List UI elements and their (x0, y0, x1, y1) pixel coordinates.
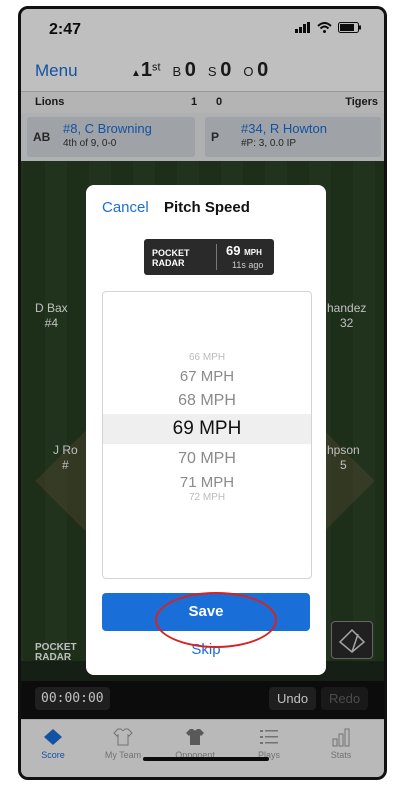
picker-option[interactable]: 70 MPH (103, 450, 311, 468)
radar-time-ago: 11s ago (232, 260, 264, 270)
radar-divider (216, 244, 217, 270)
radar-reading-badge: POCKET RADAR 69 MPH 11s ago (144, 239, 274, 275)
picker-option[interactable]: 67 MPH (103, 368, 311, 385)
dialog-title: Pitch Speed (164, 199, 250, 216)
picker-option[interactable]: 72 MPH (103, 492, 311, 503)
radar-speed: 69 MPH (226, 243, 262, 258)
phone-frame: 2:47 Menu ▲1st B 0 S 0 O 0 Lions 1 0 Tig… (18, 6, 387, 780)
radar-brand-logo: POCKET RADAR (152, 248, 190, 268)
picker-option[interactable]: 68 MPH (103, 392, 311, 410)
picker-option-selected[interactable]: 69 MPH (103, 418, 311, 440)
speed-picker[interactable]: 66 MPH 67 MPH 68 MPH 69 MPH 70 MPH 71 MP… (102, 291, 312, 579)
annotation-circle (155, 592, 277, 648)
picker-option[interactable]: 71 MPH (103, 474, 311, 491)
cancel-button[interactable]: Cancel (102, 199, 149, 216)
picker-option[interactable]: 66 MPH (103, 352, 311, 363)
